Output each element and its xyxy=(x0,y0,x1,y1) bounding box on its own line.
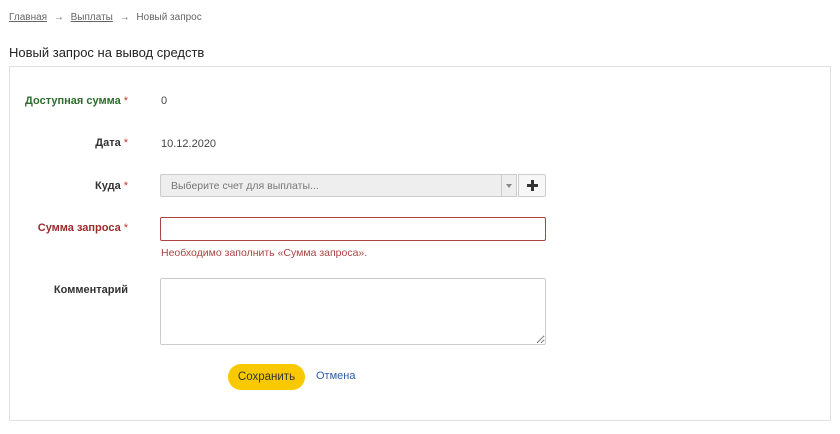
required-mark: * xyxy=(123,95,128,107)
add-account-button[interactable] xyxy=(518,174,546,197)
comment-label-text: Комментарий xyxy=(53,284,128,296)
destination-label: Куда * xyxy=(95,180,128,192)
date-label: Дата * xyxy=(95,137,128,149)
amount-error-message: Необходимо заполнить «Сумма запроса». xyxy=(161,247,368,259)
required-mark: * xyxy=(123,222,128,234)
available-amount-label-text: Доступная сумма xyxy=(25,95,121,107)
breadcrumb-separator: → xyxy=(119,12,130,23)
required-mark: * xyxy=(123,137,128,149)
destination-select[interactable]: Выберите счет для выплаты... xyxy=(160,174,517,197)
breadcrumb-separator: → xyxy=(53,12,64,23)
save-button[interactable]: Сохранить xyxy=(228,364,305,390)
date-value: 10.12.2020 xyxy=(161,138,217,150)
amount-input[interactable] xyxy=(160,217,546,241)
comment-textarea[interactable] xyxy=(160,278,546,345)
comment-label: Комментарий xyxy=(54,284,128,296)
form-panel: Доступная сумма * 0 Дата * 10.12.2020 Куда… xyxy=(9,66,831,421)
breadcrumb-current: Новый запрос xyxy=(136,12,202,23)
page-title: Новый запрос на вывод средств xyxy=(9,45,205,60)
breadcrumb-link-home[interactable]: Главная xyxy=(9,12,47,23)
plus-icon xyxy=(527,180,538,191)
amount-label: Сумма запроса * xyxy=(38,222,128,234)
available-amount-value: 0 xyxy=(161,95,168,107)
available-amount-label: Доступная сумма * xyxy=(25,95,128,107)
destination-select-placeholder: Выберите счет для выплаты... xyxy=(171,180,319,192)
chevron-down-icon[interactable] xyxy=(501,175,516,196)
breadcrumb-link-payouts[interactable]: Выплаты xyxy=(71,12,113,23)
destination-label-text: Куда xyxy=(95,180,121,192)
amount-label-text: Сумма запроса xyxy=(37,222,121,234)
required-mark: * xyxy=(123,180,128,192)
breadcrumb: Главная → Выплаты → Новый запрос xyxy=(9,12,202,23)
date-label-text: Дата xyxy=(95,137,121,149)
cancel-link[interactable]: Отмена xyxy=(316,370,355,382)
